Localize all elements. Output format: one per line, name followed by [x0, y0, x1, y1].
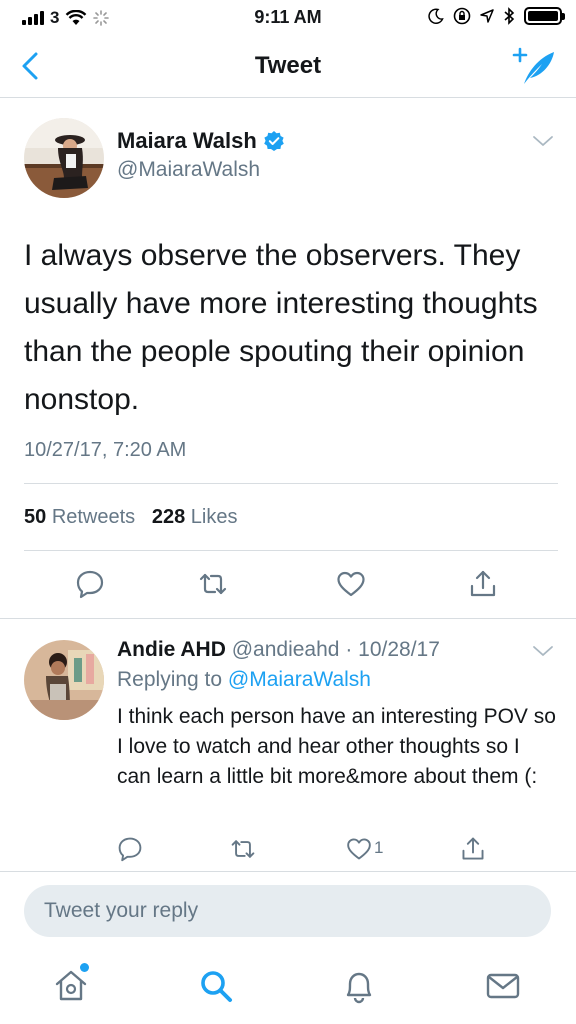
notifications-icon[interactable] — [340, 967, 378, 1005]
verified-badge-icon — [263, 131, 284, 151]
chevron-down-icon[interactable] — [532, 134, 554, 148]
divider — [24, 550, 558, 551]
page-title: Tweet — [254, 52, 322, 79]
likes-stat[interactable]: 228 Likes — [152, 506, 238, 528]
reply-author-name[interactable]: Andie AHD — [117, 638, 226, 661]
messages-icon[interactable] — [484, 967, 522, 1005]
retweet-icon[interactable] — [230, 836, 256, 862]
retweets-stat[interactable]: 50 Retweets — [24, 506, 135, 528]
tweet-stats: 50 Retweets 228 Likes — [24, 506, 238, 529]
compose-tweet-icon[interactable] — [512, 44, 558, 88]
replying-to-mention[interactable]: @MaiaraWalsh — [228, 668, 371, 691]
like-icon[interactable] — [336, 569, 366, 599]
tweet-timestamp: 10/27/17, 7:20 AM — [24, 439, 187, 461]
reply-composer — [0, 871, 576, 953]
reply-date: 10/28/17 — [358, 638, 440, 661]
location-icon — [480, 9, 494, 23]
reply-input[interactable] — [24, 885, 551, 937]
battery-icon — [524, 7, 565, 25]
author-name[interactable]: Maiara Walsh — [117, 128, 285, 154]
reply-like-count: 1 — [374, 838, 384, 857]
meta-separator: · — [339, 638, 359, 661]
rotation-lock-icon — [453, 7, 471, 25]
tweet-actions — [0, 569, 576, 601]
reply-header: Andie AHD @andieahd · 10/28/17 — [117, 638, 440, 662]
reply-author-handle[interactable]: @andieahd — [232, 638, 340, 661]
reply-icon[interactable] — [75, 569, 105, 599]
reply-actions: 1 — [0, 836, 576, 864]
navigation-bar: Tweet — [0, 36, 576, 98]
section-divider — [0, 618, 576, 619]
avatar[interactable] — [24, 118, 104, 198]
retweet-icon[interactable] — [198, 569, 228, 599]
avatar[interactable] — [24, 640, 104, 720]
divider — [24, 483, 558, 484]
tweet-text: I always observe the observers. They usu… — [24, 239, 538, 416]
reply-icon[interactable] — [117, 836, 143, 862]
moon-icon — [428, 8, 444, 24]
new-content-dot — [80, 963, 89, 972]
share-icon[interactable] — [468, 569, 498, 599]
tab-bar — [0, 953, 576, 1024]
status-bar: 3 9:11 AM — [0, 0, 576, 36]
author-handle[interactable]: @MaiaraWalsh — [117, 158, 260, 182]
chevron-down-icon[interactable] — [532, 644, 554, 658]
bluetooth-icon — [504, 7, 515, 25]
search-icon[interactable] — [197, 967, 235, 1005]
like-icon[interactable] — [346, 836, 372, 862]
home-icon[interactable] — [52, 967, 90, 1005]
replying-to: Replying to @MaiaraWalsh — [117, 668, 371, 691]
share-icon[interactable] — [460, 836, 486, 862]
reply-text: I think each person have an interesting … — [117, 705, 556, 788]
